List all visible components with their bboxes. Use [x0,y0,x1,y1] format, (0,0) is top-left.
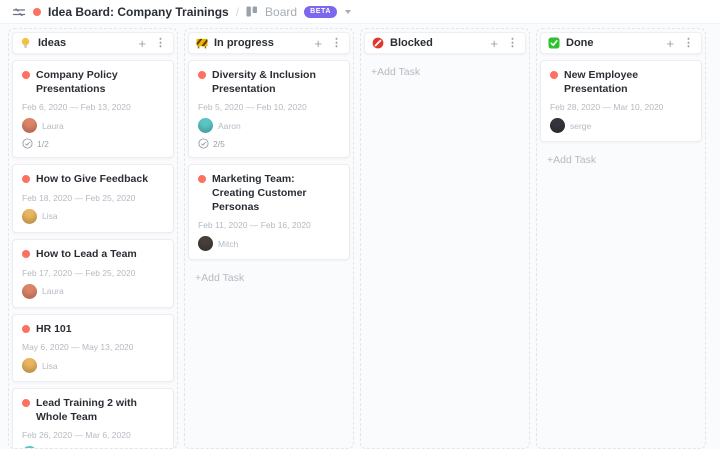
task-status-dot-icon [198,175,206,184]
task-title: Company Policy Presentations [36,69,118,95]
assignee-name: Laura [42,120,64,131]
assignee-name: serge [570,120,592,131]
board-column: Ideas + ⋮ Company Policy Presentations F… [8,28,178,449]
task-date-range: Feb 28, 2020 — Mar 10, 2020 [550,102,664,113]
board-column: In progress + ⋮ Diversity & Inclusion Pr… [184,28,354,449]
add-task-button[interactable]: +Add Task [188,266,350,288]
column-header[interactable]: Done + ⋮ [540,32,702,54]
task-title: Diversity & Inclusion Presentation [212,69,316,95]
column-title: Blocked [390,37,433,49]
column-title: Done [566,37,594,49]
column-title: Ideas [38,37,67,49]
add-task-plus-icon[interactable]: + [138,37,146,50]
task-card[interactable]: Company Policy Presentations Feb 6, 2020… [12,60,174,159]
column-title: In progress [214,37,274,49]
task-title: Lead Training 2 with Whole Team [36,397,137,423]
assignee-name: Aaron [218,120,241,131]
column-menu-icon[interactable]: ⋮ [331,37,342,49]
board-columns: Ideas + ⋮ Company Policy Presentations F… [0,24,720,449]
checklist-count: 2/5 [213,138,225,149]
task-date-range: Feb 11, 2020 — Feb 16, 2020 [198,220,311,231]
add-task-button[interactable]: +Add Task [540,148,702,170]
column-menu-icon[interactable]: ⋮ [155,37,166,49]
avatar [22,208,37,224]
assignee-name: Lisa [42,211,58,222]
column-header[interactable]: Blocked + ⋮ [364,32,526,54]
task-date-range: Feb 18, 2020 — Feb 25, 2020 [22,192,136,203]
task-title: HR 101 [36,322,72,335]
task-status-dot-icon [550,71,558,79]
column-header[interactable]: In progress + ⋮ [188,32,350,54]
chevron-down-icon[interactable] [345,9,352,14]
view-label[interactable]: Board [265,5,297,19]
task-status-dot-icon [22,249,30,258]
column-menu-icon[interactable]: ⋮ [507,37,518,49]
column-cards: +Add Task [364,60,526,82]
task-card[interactable]: Marketing Team: Creating Customer Person… [188,164,350,261]
task-date-range: Feb 5, 2020 — Feb 10, 2020 [198,102,307,113]
task-title: New Employee Presentation [564,69,639,95]
avatar [22,118,37,134]
task-status-dot-icon [22,399,30,408]
assignee-name: Laura [42,286,64,297]
add-task-plus-icon[interactable]: + [314,37,322,50]
board-view-icon [246,6,258,17]
task-date-range: Feb 17, 2020 — Feb 25, 2020 [22,267,136,278]
column-cards: Diversity & Inclusion Presentation Feb 5… [188,60,350,288]
task-card[interactable]: How to Lead a Team Feb 17, 2020 — Feb 25… [12,238,174,308]
blocked-icon [372,37,384,49]
task-status-dot-icon [22,324,30,333]
avatar [198,118,213,134]
task-title: How to Lead a Team [36,247,137,260]
check-icon [548,37,560,49]
lightbulb-icon [20,37,32,49]
construction-icon [196,37,208,49]
task-date-range: Feb 26, 2020 — Mar 6, 2020 [22,430,131,441]
task-card[interactable]: Lead Training 2 with Whole Team Feb 26, … [12,388,174,448]
page-title: Idea Board: Company Trainings [48,4,229,19]
add-task-plus-icon[interactable]: + [666,37,674,50]
avatar [22,358,37,374]
avatar [550,118,565,134]
task-date-range: May 6, 2020 — May 13, 2020 [22,342,134,353]
task-card[interactable]: New Employee Presentation Feb 28, 2020 —… [540,60,702,143]
column-cards: New Employee Presentation Feb 28, 2020 —… [540,60,702,170]
board-column: Done + ⋮ New Employee Presentation Feb 2… [536,28,706,449]
top-bar: Idea Board: Company Trainings / Board BE… [0,0,720,24]
breadcrumb-separator: / [235,4,240,19]
checklist-icon [198,138,209,149]
avatar [22,283,37,299]
column-header[interactable]: Ideas + ⋮ [12,32,174,54]
assignee-name: Mitch [218,238,239,249]
checklist-icon [22,138,33,149]
add-task-button[interactable]: +Add Task [364,60,526,82]
task-title: Marketing Team: Creating Customer Person… [212,173,307,213]
column-menu-icon[interactable]: ⋮ [683,37,694,49]
board-column: Blocked + ⋮ +Add Task [360,28,530,449]
task-status-dot-icon [22,71,30,79]
task-status-dot-icon [198,71,206,79]
task-date-range: Feb 6, 2020 — Feb 13, 2020 [22,102,131,113]
beta-badge: BETA [304,5,338,18]
task-card[interactable]: Diversity & Inclusion Presentation Feb 5… [188,60,350,159]
task-status-dot-icon [22,175,30,184]
list-status-dot-icon [33,7,41,16]
task-card[interactable]: How to Give Feedback Feb 18, 2020 — Feb … [12,164,174,233]
avatar [198,236,213,252]
checklist-count: 1/2 [37,138,49,149]
task-card[interactable]: HR 101 May 6, 2020 — May 13, 2020 Lisa [12,313,174,383]
task-title: How to Give Feedback [36,173,149,186]
column-cards: Company Policy Presentations Feb 6, 2020… [12,60,174,448]
assignee-name: Lisa [42,360,58,371]
add-task-plus-icon[interactable]: + [490,37,498,50]
views-toggle-icon[interactable] [12,6,26,18]
